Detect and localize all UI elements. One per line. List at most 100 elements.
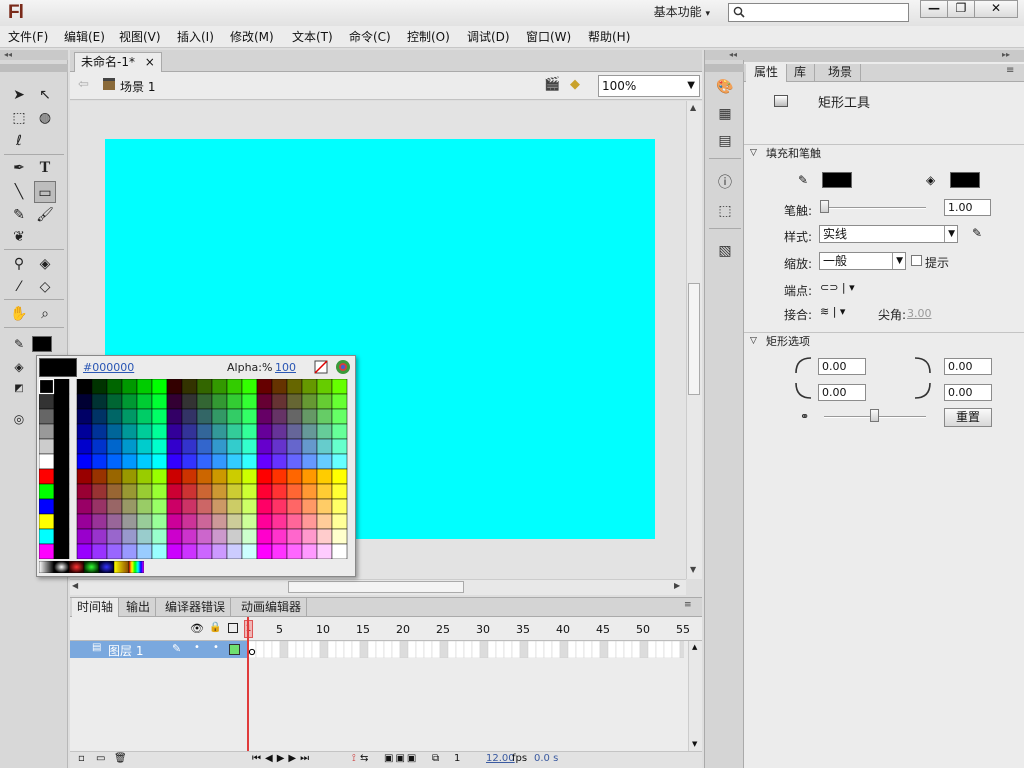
transform-panel-icon[interactable]: ⬚: [713, 200, 737, 222]
panel-menu-icon[interactable]: ≡: [684, 600, 692, 610]
eye-icon[interactable]: 👁: [190, 622, 204, 635]
pen-tool-icon[interactable]: ✒: [8, 157, 30, 179]
stroke-slider-thumb[interactable]: [820, 200, 829, 213]
panel-collapse-icon[interactable]: ◂◂: [0, 50, 68, 60]
cap-select[interactable]: ⊂⊃ | ▾: [820, 281, 855, 294]
menu-edit[interactable]: 编辑(E): [64, 28, 105, 46]
edit-symbols-icon[interactable]: ◆: [570, 77, 580, 92]
menu-commands[interactable]: 命令(C): [349, 28, 391, 46]
3d-rotation-tool-icon[interactable]: ◍: [34, 107, 56, 129]
eraser-tool-icon[interactable]: ◇: [34, 276, 56, 298]
scale-select[interactable]: 一般 ▼: [819, 252, 906, 270]
edit-stroke-style-icon[interactable]: ✎: [972, 226, 982, 240]
subselection-tool-icon[interactable]: ↖: [34, 84, 56, 106]
deco-tool-icon[interactable]: ❦: [8, 226, 30, 248]
menu-window[interactable]: 窗口(W): [526, 28, 571, 46]
swatches-panel-icon[interactable]: ▦: [713, 103, 737, 125]
panel-grip[interactable]: [705, 64, 745, 72]
horizontal-scrollbar[interactable]: ◀ ▶: [70, 579, 686, 595]
edit-scene-icon[interactable]: 🎬: [544, 77, 560, 92]
tab-scene[interactable]: 场景: [820, 64, 862, 82]
align-panel-icon[interactable]: ▤: [713, 130, 737, 152]
loop-icon[interactable]: ⇆: [360, 753, 368, 764]
free-transform-tool-icon[interactable]: ⬚: [8, 107, 30, 129]
scroll-up-icon[interactable]: ▲: [690, 103, 696, 112]
menu-text[interactable]: 文本(T): [292, 28, 333, 46]
fps-value[interactable]: 12.00: [486, 753, 515, 764]
tab-motion-editor[interactable]: 动画编辑器: [236, 598, 308, 617]
outline-icon[interactable]: [228, 623, 238, 633]
zoom-tool-icon[interactable]: ⌕: [34, 303, 56, 325]
menu-view[interactable]: 视图(V): [119, 28, 161, 46]
search-input[interactable]: [749, 4, 899, 20]
scroll-thumb[interactable]: [288, 581, 464, 593]
corner-radius-tl-input[interactable]: 0.00: [818, 358, 866, 375]
bone-tool-icon[interactable]: ⚲: [8, 253, 30, 275]
hand-tool-icon[interactable]: ✋: [8, 303, 30, 325]
lock-icon[interactable]: 🔒: [209, 622, 221, 633]
corner-radius-br-input[interactable]: 0.00: [944, 384, 992, 401]
menu-file[interactable]: 文件(F): [8, 28, 48, 46]
object-drawing-icon[interactable]: ◎: [8, 408, 30, 430]
menu-control[interactable]: 控制(O): [407, 28, 450, 46]
zoom-select[interactable]: 100% ▼: [598, 75, 700, 97]
menu-help[interactable]: 帮助(H): [588, 28, 630, 46]
scroll-down-icon[interactable]: ▼: [690, 565, 696, 574]
stroke-color-swatch[interactable]: [32, 336, 52, 352]
tab-properties[interactable]: 属性: [746, 64, 788, 82]
corner-slider-thumb[interactable]: [870, 409, 879, 422]
pencil-tool-icon[interactable]: ✎: [8, 204, 30, 226]
text-tool-icon[interactable]: T: [34, 157, 56, 179]
document-tab[interactable]: 未命名-1* ×: [74, 52, 162, 72]
playback-controls[interactable]: ⏮◀▶▶⏭: [252, 753, 313, 764]
menu-insert[interactable]: 插入(I): [177, 28, 214, 46]
color-panel-icon[interactable]: 🎨: [713, 76, 737, 98]
line-tool-icon[interactable]: ╲: [8, 181, 30, 203]
link-icon[interactable]: ⚭: [800, 410, 809, 423]
fill-stroke-section[interactable]: ▽ 填充和笔触: [744, 144, 1024, 162]
swatch-grid[interactable]: [39, 379, 353, 559]
help-search[interactable]: [728, 3, 909, 22]
swap-colors-icon[interactable]: ◩: [8, 378, 30, 400]
join-select[interactable]: ≋ | ▾: [820, 305, 845, 318]
reset-button[interactable]: 重置: [944, 408, 992, 427]
center-frame-icon[interactable]: ⟟: [352, 753, 356, 764]
edit-multiple-frames-icon[interactable]: ⧉: [432, 753, 439, 764]
stroke-slider-track[interactable]: [824, 207, 926, 209]
scene-label[interactable]: 场景 1: [120, 78, 155, 95]
tab-output[interactable]: 输出: [121, 598, 157, 617]
fill-color-swatch[interactable]: [950, 172, 980, 188]
close-button[interactable]: ✕: [974, 0, 1018, 18]
tab-timeline[interactable]: 时间轴: [72, 598, 120, 617]
expand-icon[interactable]: ◂◂: [705, 50, 745, 60]
layer-visible-dot[interactable]: •: [194, 642, 200, 653]
scroll-thumb[interactable]: [688, 283, 700, 395]
minimize-button[interactable]: —: [920, 0, 948, 18]
workspace-switcher[interactable]: 基本功能 ▾: [632, 0, 714, 24]
layer-row[interactable]: ▤ 图层 1 ✎ • •: [70, 641, 248, 658]
scroll-left-icon[interactable]: ◀: [72, 581, 78, 590]
new-folder-icon[interactable]: ▭: [96, 753, 105, 764]
tab-library[interactable]: 库: [786, 64, 816, 82]
scroll-down-icon[interactable]: ▼: [692, 740, 697, 748]
frame-cells[interactable]: [248, 641, 684, 658]
style-select[interactable]: 实线 ▼: [819, 225, 958, 243]
scroll-up-icon[interactable]: ▲: [692, 643, 697, 651]
alpha-value[interactable]: 100: [275, 361, 296, 374]
hex-value[interactable]: #000000: [83, 361, 134, 374]
menu-debug[interactable]: 调试(D): [467, 28, 510, 46]
layer-name[interactable]: 图层 1: [108, 642, 143, 659]
rect-options-section[interactable]: ▽ 矩形选项: [744, 332, 1024, 350]
corner-radius-tr-input[interactable]: 0.00: [944, 358, 992, 375]
stroke-width-input[interactable]: 1.00: [944, 199, 991, 216]
components-panel-icon[interactable]: ▧: [713, 240, 737, 262]
selection-tool-icon[interactable]: ➤: [8, 84, 30, 106]
frames-area[interactable]: [248, 641, 684, 658]
delete-layer-icon[interactable]: 🗑: [114, 753, 127, 764]
layer-lock-dot[interactable]: •: [213, 642, 219, 653]
back-arrow-icon[interactable]: ⇦: [78, 77, 89, 92]
paint-bucket-tool-icon[interactable]: ◈: [34, 253, 56, 275]
layer-outline-color[interactable]: [229, 644, 240, 655]
new-layer-icon[interactable]: ▫: [78, 753, 85, 764]
stroke-color-swatch[interactable]: [822, 172, 852, 188]
